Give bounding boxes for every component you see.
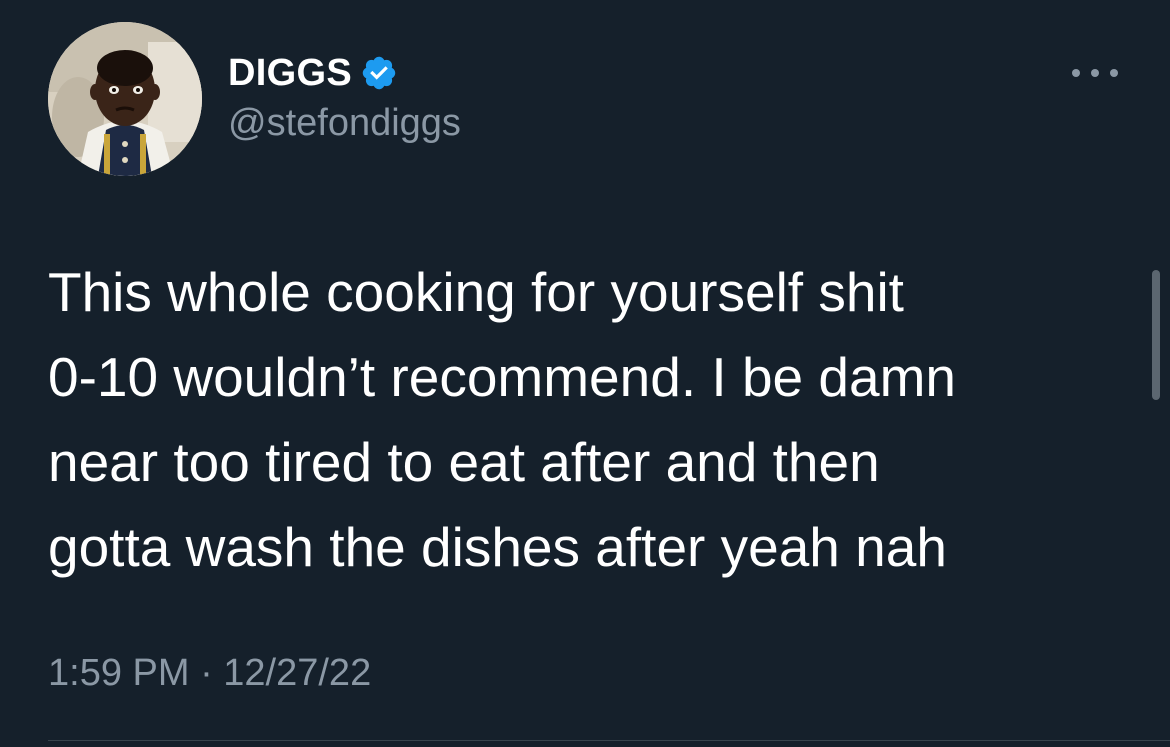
more-options-icon[interactable] [1072, 60, 1118, 86]
author-handle[interactable]: @stefondiggs [228, 102, 461, 145]
tweet-text-line: 0-10 wouldn’t recommend. I be damn [48, 346, 956, 408]
verified-badge-icon [362, 56, 396, 90]
more-dot [1072, 69, 1080, 77]
more-dot [1091, 69, 1099, 77]
display-name[interactable]: DIGGS [228, 52, 352, 95]
tweet-text-line: gotta wash the dishes after yeah nah [48, 516, 947, 578]
author-row: DIGGS [228, 48, 398, 98]
avatar-image [48, 22, 202, 176]
tweet-text: This whole cooking for yourself shit 0-1… [48, 250, 1128, 590]
tweet-card: DIGGS @stefondiggs This whole cooking fo… [0, 0, 1170, 747]
scrollbar[interactable] [1152, 270, 1160, 400]
tweet-text-line: This whole cooking for yourself shit [48, 261, 904, 323]
more-dot [1110, 69, 1118, 77]
divider [48, 740, 1170, 741]
avatar[interactable] [48, 22, 202, 176]
tweet-text-line: near too tired to eat after and then [48, 431, 880, 493]
tweet-timestamp[interactable]: 1:59 PM · 12/27/22 [48, 652, 371, 695]
